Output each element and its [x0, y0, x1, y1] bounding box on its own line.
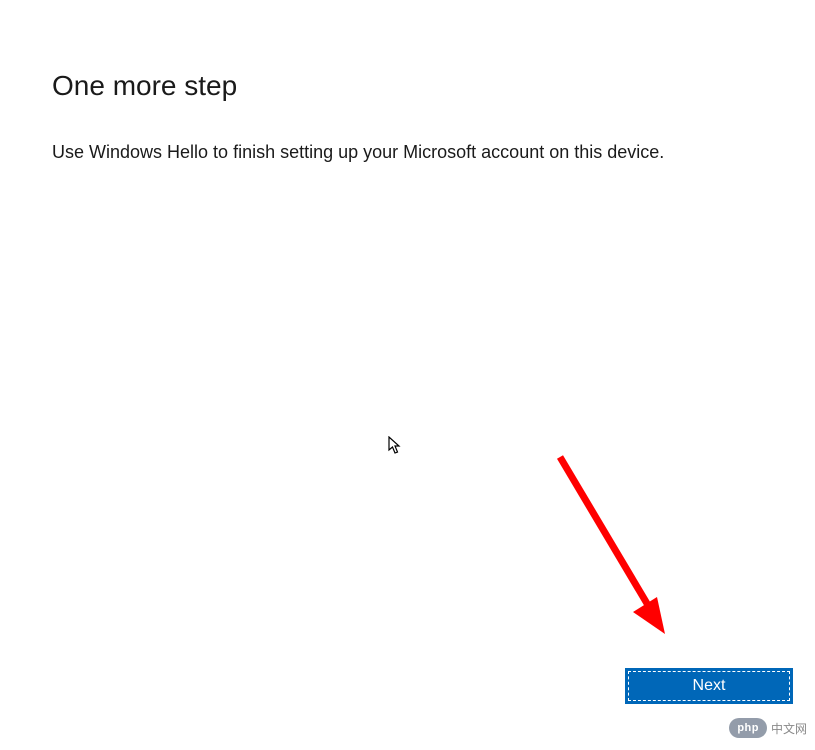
setup-dialog: One more step Use Windows Hello to finis…	[0, 0, 815, 750]
next-button[interactable]: Next	[625, 668, 793, 704]
page-title: One more step	[52, 70, 763, 102]
page-description: Use Windows Hello to finish setting up y…	[52, 140, 763, 165]
